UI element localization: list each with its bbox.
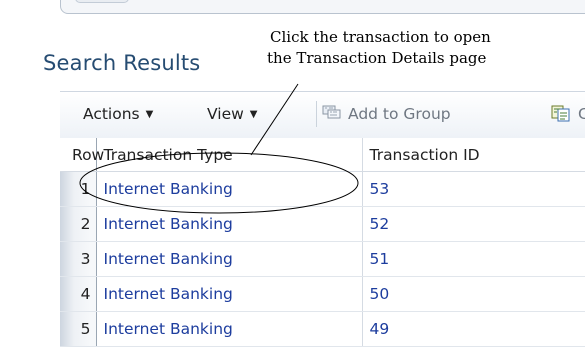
transaction-type-link[interactable]: Internet Banking <box>96 171 363 207</box>
view-menu[interactable]: View ▼ <box>207 105 258 123</box>
top-panel-control[interactable] <box>75 0 129 3</box>
search-results-title: Search Results <box>43 51 201 75</box>
table-row[interactable]: 4 Internet Banking 50 <box>60 276 585 312</box>
add-to-group-label: Add to Group <box>348 105 451 123</box>
transaction-id-link[interactable]: 51 <box>362 241 585 277</box>
callout-line-2: the Transaction Details page <box>267 49 487 67</box>
chevron-down-icon: ▼ <box>249 109 258 120</box>
row-number: 1 <box>60 171 97 207</box>
transaction-id-link[interactable]: 53 <box>362 171 585 207</box>
row-number: 2 <box>60 206 97 242</box>
table-row[interactable]: 2 Internet Banking 52 <box>60 206 585 242</box>
transaction-id-link[interactable]: 49 <box>362 311 585 347</box>
table-row[interactable]: 5 Internet Banking 49 <box>60 311 585 347</box>
column-header-transaction-id[interactable]: Transaction ID <box>362 138 585 172</box>
transaction-type-link[interactable]: Internet Banking <box>96 311 363 347</box>
actions-menu-label: Actions <box>83 105 140 123</box>
row-number: 5 <box>60 311 97 347</box>
callout-annotation: Click the transaction to open the Transa… <box>267 27 570 69</box>
results-toolbar: Actions ▼ View ▼ Add to Group Co <box>60 91 585 139</box>
toolbar-divider <box>316 101 317 127</box>
transaction-type-link[interactable]: Internet Banking <box>96 241 363 277</box>
transaction-type-link[interactable]: Internet Banking <box>96 276 363 312</box>
callout-line-1: Click the transaction to open <box>270 28 491 46</box>
chevron-down-icon: ▼ <box>145 109 154 120</box>
copy-icon <box>551 105 570 121</box>
table-row[interactable]: 3 Internet Banking 51 <box>60 241 585 277</box>
column-header-transaction-type[interactable]: Transaction Type <box>96 138 363 172</box>
transaction-id-link[interactable]: 50 <box>362 276 585 312</box>
copy-label: Co <box>578 105 585 123</box>
table-header-row: Row Transaction Type Transaction ID <box>60 138 585 172</box>
copy-button[interactable]: Co <box>550 105 585 124</box>
row-number: 4 <box>60 276 97 312</box>
transaction-type-link[interactable]: Internet Banking <box>96 206 363 242</box>
actions-menu[interactable]: Actions ▼ <box>83 105 153 123</box>
view-menu-label: View <box>207 105 244 123</box>
transaction-id-link[interactable]: 52 <box>362 206 585 242</box>
table-row[interactable]: 1 Internet Banking 53 <box>60 171 585 207</box>
column-header-row[interactable]: Row <box>60 138 104 172</box>
search-results-table: Row Transaction Type Transaction ID 1 In… <box>60 138 585 347</box>
add-to-group-icon <box>322 105 341 119</box>
top-panel <box>60 0 585 14</box>
add-to-group-button[interactable]: Add to Group <box>322 105 451 123</box>
row-number: 3 <box>60 241 97 277</box>
